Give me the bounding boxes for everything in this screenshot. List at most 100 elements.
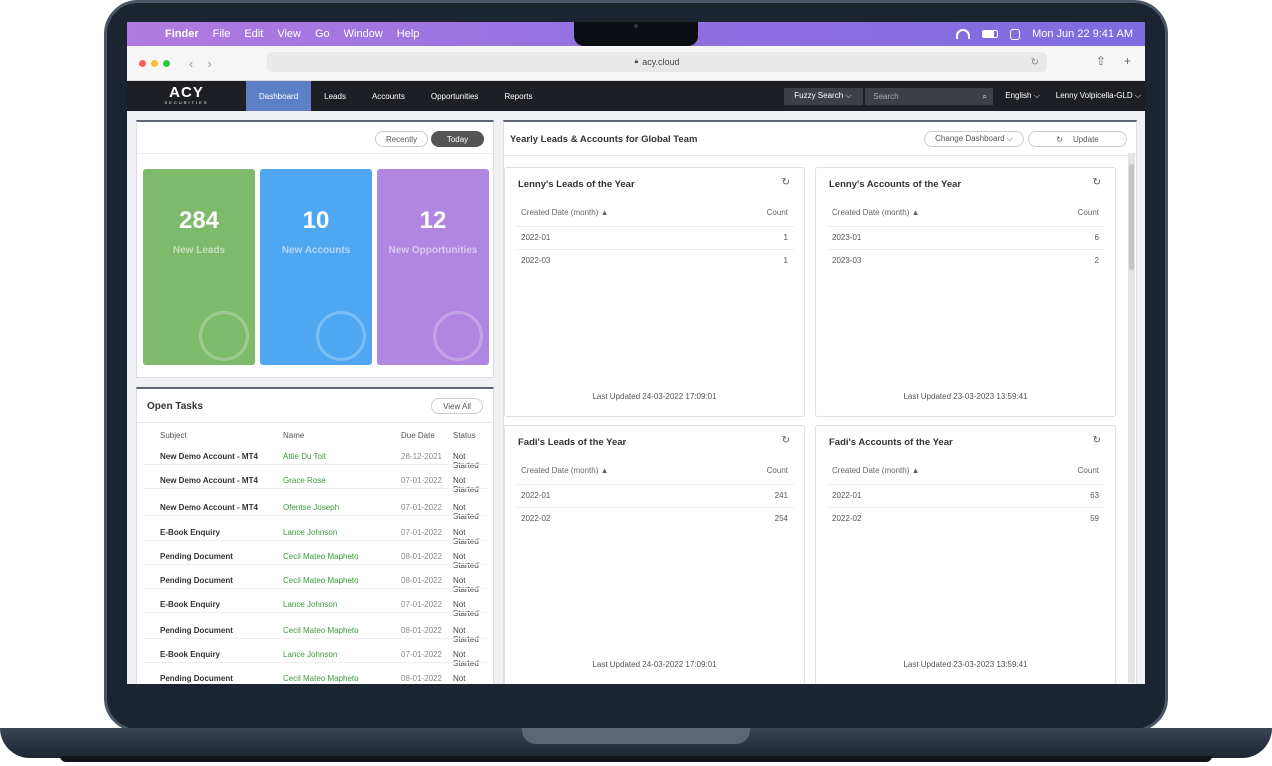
search-placeholder: Search (873, 91, 899, 101)
camera-icon (634, 24, 638, 28)
wifi-icon[interactable] (956, 29, 971, 39)
col-count[interactable]: Count (1078, 466, 1099, 475)
recently-toggle[interactable]: Recently (375, 131, 428, 147)
acy-logo[interactable]: ACY SECURITIES (127, 81, 246, 111)
new-tab-icon[interactable]: + (1124, 54, 1131, 68)
dashboard-title: Yearly Leads & Accounts for Global Team (510, 134, 698, 145)
share-icon[interactable]: ⇧ (1096, 54, 1106, 68)
col-created-date[interactable]: Created Date (month) ▲ (832, 466, 920, 475)
forward-icon[interactable]: › (207, 56, 211, 71)
task-subject[interactable]: Pending Document (160, 626, 233, 635)
language-selector[interactable]: English ⌵ (1005, 91, 1040, 101)
col-due-date[interactable]: Due Date (401, 431, 435, 440)
row-divider (515, 484, 794, 485)
task-subject[interactable]: E-Book Enquiry (160, 600, 220, 609)
col-count[interactable]: Count (767, 208, 788, 217)
card-last-updated: Last Updated 24-03-2022 17:09:01 (592, 660, 717, 669)
menu-file[interactable]: File (213, 28, 231, 40)
task-name-link[interactable]: Cecil Mateo Mapheto (283, 552, 359, 561)
fuzzy-search-dropdown[interactable]: Fuzzy Search ⌵ (784, 87, 864, 105)
nav-opportunities[interactable]: Opportunities (418, 81, 492, 111)
nav-reports[interactable]: Reports (491, 81, 545, 111)
col-created-date[interactable]: Created Date (month) ▲ (521, 208, 609, 217)
row-divider (143, 464, 487, 465)
zoom-window-icon[interactable] (163, 59, 170, 67)
open-tasks-panel: Open Tasks View All Subject Name Due Dat… (136, 387, 494, 684)
menu-app-name[interactable]: Finder (165, 28, 199, 40)
task-subject[interactable]: New Demo Account - MT4 (160, 476, 258, 485)
change-dashboard-dropdown[interactable]: Change Dashboard ⌵ (924, 131, 1024, 147)
new-accounts-tile[interactable]: 10 New Accounts (260, 169, 372, 365)
user-menu[interactable]: Lenny Volpicella-GLD ⌵ (1056, 91, 1141, 101)
lock-icon: 🔒︎ (634, 58, 639, 65)
task-subject[interactable]: Pending Document (160, 552, 233, 561)
task-due-date: 07-01-2022 (401, 476, 442, 485)
address-bar[interactable]: 🔒︎ acy.cloud ↻ (267, 52, 1047, 72)
task-subject[interactable]: New Demo Account - MT4 (160, 452, 258, 461)
refresh-icon[interactable]: ↻ (782, 177, 790, 188)
users-icon (316, 311, 366, 361)
card-row-month: 2022-03 (521, 256, 551, 265)
new-accounts-count: 10 (302, 207, 330, 234)
lenny-leads-card: Lenny's Leads of the Year ↻ Created Date (… (504, 167, 805, 417)
row-divider (515, 226, 794, 227)
task-name-link[interactable]: Grace Rose (283, 476, 326, 485)
back-icon[interactable]: ‹ (189, 56, 193, 71)
task-due-date: 07-01-2022 (401, 503, 442, 512)
task-name-link[interactable]: Lance Johnson (283, 600, 337, 609)
col-subject[interactable]: Subject (160, 431, 187, 440)
refresh-icon[interactable]: ↻ (1093, 177, 1101, 188)
menu-go[interactable]: Go (315, 28, 330, 40)
search-input[interactable]: Search ⌕ (865, 87, 994, 105)
menu-view[interactable]: View (277, 28, 301, 40)
reload-icon[interactable]: ↻ (1031, 57, 1039, 68)
menu-edit[interactable]: Edit (244, 28, 263, 40)
col-created-date[interactable]: Created Date (month) ▲ (832, 208, 920, 217)
menu-window[interactable]: Window (344, 28, 383, 40)
menubar-clock[interactable]: Mon Jun 22 9:41 AM (1032, 28, 1133, 40)
row-divider (826, 507, 1105, 508)
nav-dashboard[interactable]: Dashboard (246, 81, 312, 111)
update-label: Update (1072, 134, 1099, 144)
today-toggle[interactable]: Today (431, 131, 484, 147)
card-row-month: 2023-01 (832, 233, 862, 242)
new-opportunities-tile[interactable]: 12 New Opportunities (377, 169, 489, 365)
task-name-link[interactable]: Cecil Mateo Mapheto (283, 576, 359, 585)
search-icon[interactable]: ⌕ (982, 91, 987, 102)
task-subject[interactable]: Pending Document (160, 576, 233, 585)
task-name-link[interactable]: Cecil Mateo Mapheto (283, 626, 359, 635)
update-button[interactable]: ↻ Update (1028, 131, 1127, 147)
refresh-icon[interactable]: ↻ (1093, 435, 1101, 446)
dashboard-scrollbar-thumb[interactable] (1129, 164, 1134, 270)
new-leads-tile[interactable]: 284 New Leads (143, 169, 255, 365)
screen: Finder File Edit View Go Window Help Mon… (127, 22, 1145, 684)
card-last-updated: Last Updated 23-03-2023 13:59:41 (903, 392, 1028, 401)
col-name[interactable]: Name (283, 431, 304, 440)
menu-help[interactable]: Help (397, 28, 420, 40)
task-name-link[interactable]: Attie Du Toit (283, 452, 326, 461)
col-count[interactable]: Count (767, 466, 788, 475)
task-subject[interactable]: Pending Document (160, 674, 233, 683)
task-name-link[interactable]: Ofentse Joseph (283, 503, 339, 512)
col-created-date[interactable]: Created Date (month) ▲ (521, 466, 609, 475)
task-name-link[interactable]: Cecil Mateo Mapheto (283, 674, 359, 683)
col-status[interactable]: Status (453, 431, 476, 440)
minimize-window-icon[interactable] (151, 59, 158, 67)
row-divider (143, 638, 487, 639)
task-name-link[interactable]: Lance Johnson (283, 528, 337, 537)
control-center-icon[interactable] (1010, 28, 1021, 40)
task-status: Not Started (453, 528, 479, 546)
task-subject[interactable]: E-Book Enquiry (160, 650, 220, 659)
close-window-icon[interactable] (139, 59, 146, 67)
nav-accounts[interactable]: Accounts (359, 81, 418, 111)
task-subject[interactable]: E-Book Enquiry (160, 528, 220, 537)
task-name-link[interactable]: Lance Johnson (283, 650, 337, 659)
nav-leads[interactable]: Leads (311, 81, 359, 111)
battery-icon[interactable] (982, 30, 999, 38)
view-all-button[interactable]: View All (431, 398, 483, 414)
task-subject[interactable]: New Demo Account - MT4 (160, 503, 258, 512)
refresh-icon[interactable]: ↻ (782, 435, 790, 446)
row-divider (143, 488, 487, 489)
col-count[interactable]: Count (1078, 208, 1099, 217)
task-status: Not Started (453, 674, 479, 684)
